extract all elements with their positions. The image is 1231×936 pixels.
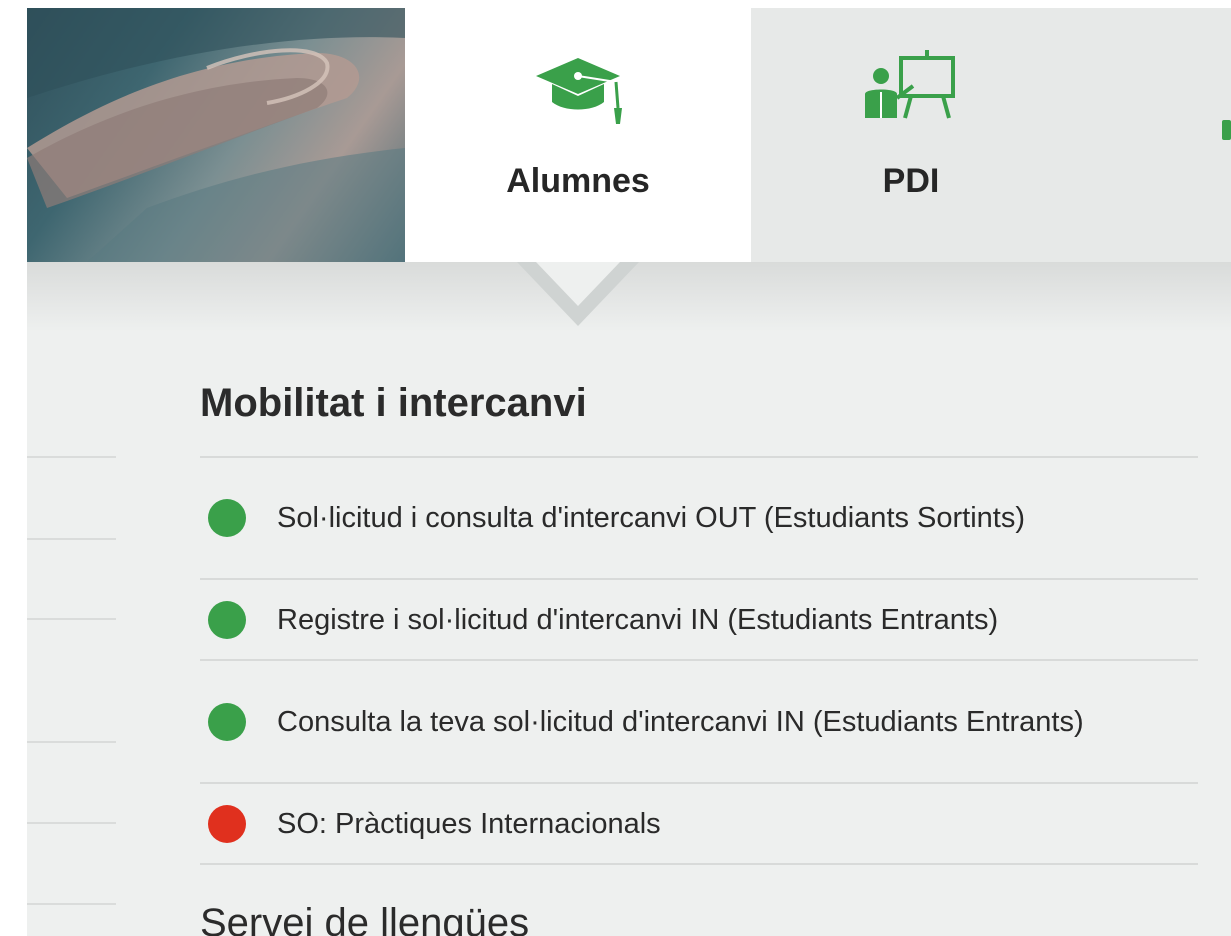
partial-tab-icon xyxy=(1222,120,1231,140)
page-frame: Alumnes PDI Mobilitat i intercanvi Sol·l… xyxy=(27,8,1231,936)
status-dot-red xyxy=(208,804,246,843)
teacher-whiteboard-icon xyxy=(861,48,961,137)
tab-pdi[interactable]: PDI xyxy=(751,8,1071,262)
tab-alumnes-label: Alumnes xyxy=(506,162,650,200)
list-item-label[interactable]: Consulta la teva sol·licitud d'intercanv… xyxy=(277,705,1084,739)
sidebar-divider xyxy=(27,456,116,458)
sidebar-divider xyxy=(27,903,116,905)
top-navigation: Alumnes PDI xyxy=(27,8,1231,262)
mobility-section: Mobilitat i intercanvi Sol·licitud i con… xyxy=(200,378,1198,865)
sidebar-divider xyxy=(27,822,116,824)
status-dot-green xyxy=(208,702,246,741)
list-item-label[interactable]: Registre i sol·licitud d'intercanvi IN (… xyxy=(277,603,998,637)
list-item-label[interactable]: SO: Pràctiques Internacionals xyxy=(277,807,661,841)
sidebar-divider xyxy=(27,618,116,620)
list-item[interactable]: Sol·licitud i consulta d'intercanvi OUT … xyxy=(200,458,1198,580)
next-section-title: Servei de llengües xyxy=(200,901,530,936)
active-tab-pointer-fill xyxy=(536,262,620,306)
list-item[interactable]: Registre i sol·licitud d'intercanvi IN (… xyxy=(200,580,1198,661)
tab-alumnes[interactable]: Alumnes xyxy=(405,8,751,262)
sidebar-divider xyxy=(27,538,116,540)
status-dot-green xyxy=(208,499,246,537)
list-item-label[interactable]: Sol·licitud i consulta d'intercanvi OUT … xyxy=(277,501,1025,535)
list-item[interactable]: Consulta la teva sol·licitud d'intercanv… xyxy=(200,661,1198,784)
tab-pdi-label: PDI xyxy=(882,162,940,200)
section-title: Mobilitat i intercanvi xyxy=(200,378,1198,458)
list-item[interactable]: SO: Pràctiques Internacionals xyxy=(200,784,1198,865)
sidebar-divider xyxy=(27,741,116,743)
graduation-cap-icon xyxy=(530,48,626,133)
status-dot-green xyxy=(208,600,246,639)
hero-image xyxy=(27,8,405,262)
